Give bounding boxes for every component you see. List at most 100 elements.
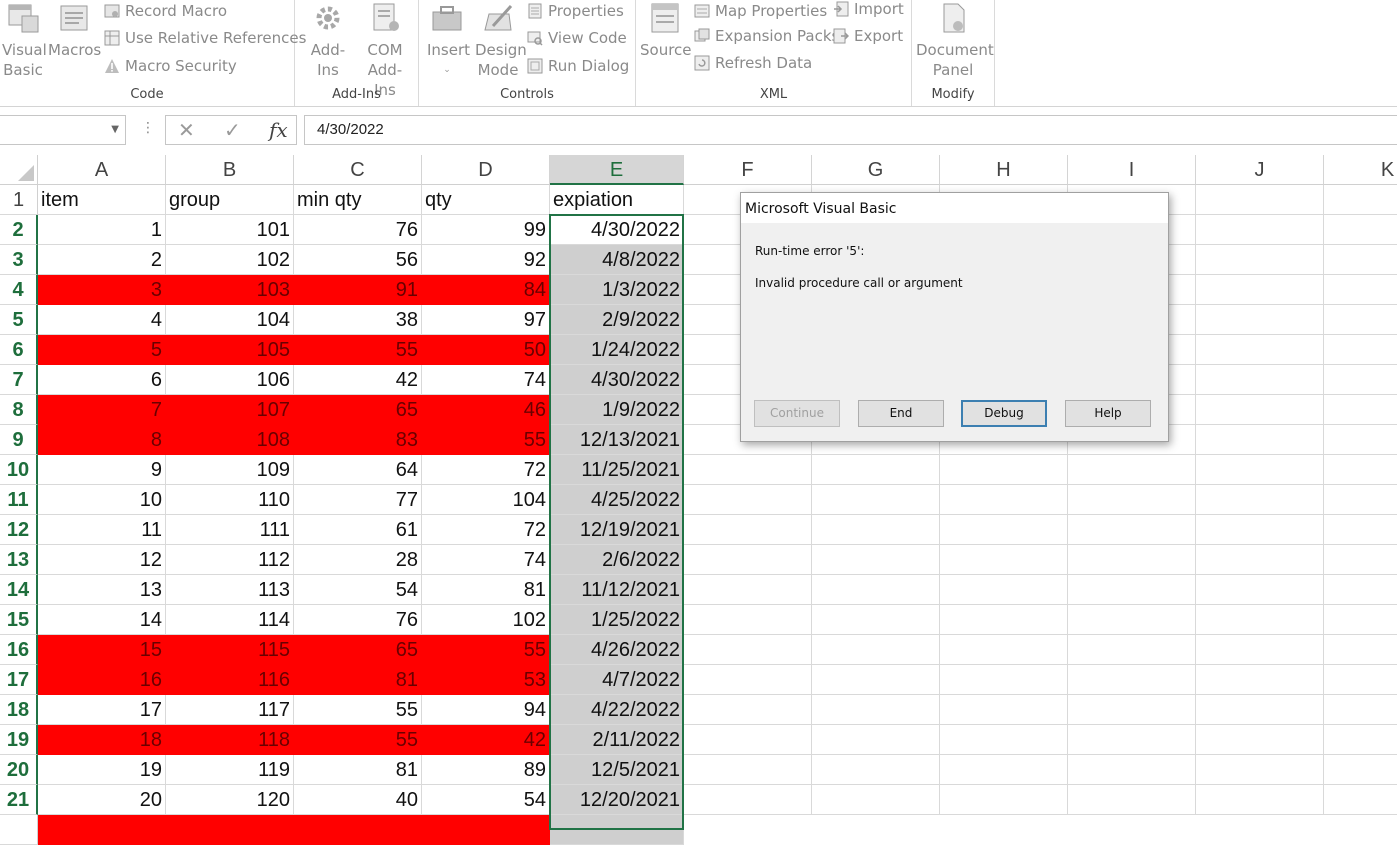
map-properties-button[interactable]: Map Properties [694, 0, 827, 22]
empty-cell[interactable] [1068, 515, 1196, 545]
empty-cell[interactable] [1068, 665, 1196, 695]
empty-cell[interactable] [940, 635, 1068, 665]
empty-cell[interactable] [1196, 305, 1324, 335]
table-cell-group[interactable]: 103 [166, 275, 294, 305]
empty-cell[interactable] [1068, 575, 1196, 605]
empty-cell[interactable] [812, 455, 940, 485]
table-cell-min[interactable]: 76 [294, 215, 422, 245]
cancel-icon[interactable]: ✕ [178, 118, 195, 142]
table-cell-exp[interactable]: 11/25/2021 [550, 455, 684, 485]
empty-cell[interactable] [1196, 725, 1324, 755]
table-cell-exp[interactable]: 2/6/2022 [550, 545, 684, 575]
chevron-down-icon[interactable]: ▼ [111, 124, 119, 135]
table-cell-exp[interactable]: 4/25/2022 [550, 485, 684, 515]
row-header-9[interactable]: 9 [0, 425, 38, 455]
empty-cell[interactable] [812, 695, 940, 725]
table-cell-exp[interactable]: 4/30/2022 [550, 365, 684, 395]
table-cell-qty[interactable]: 72 [422, 515, 550, 545]
empty-cell[interactable] [1068, 485, 1196, 515]
empty-cell[interactable] [1324, 485, 1397, 515]
column-header-g[interactable]: G [812, 155, 940, 185]
empty-cell[interactable] [684, 605, 812, 635]
table-cell-min[interactable]: 61 [294, 515, 422, 545]
empty-cell[interactable] [684, 575, 812, 605]
empty-cell[interactable] [940, 575, 1068, 605]
empty-cell[interactable] [1324, 275, 1397, 305]
table-cell-item[interactable]: 9 [38, 455, 166, 485]
table-cell-qty[interactable]: 50 [422, 335, 550, 365]
column-header-c[interactable]: C [294, 155, 422, 185]
table-cell-qty[interactable]: 84 [422, 275, 550, 305]
table-cell-item[interactable]: 2 [38, 245, 166, 275]
empty-cell[interactable] [940, 665, 1068, 695]
table-cell-min[interactable]: 55 [294, 335, 422, 365]
document-panel-button[interactable]: Document Panel [916, 2, 994, 80]
column-header-i[interactable]: I [1068, 155, 1196, 185]
empty-cell[interactable] [940, 785, 1068, 815]
table-cell-min[interactable]: 65 [294, 635, 422, 665]
table-cell-min[interactable]: 77 [294, 485, 422, 515]
table-cell-item[interactable]: 15 [38, 635, 166, 665]
table-cell-exp[interactable]: 1/3/2022 [550, 275, 684, 305]
visual-basic-button[interactable]: Visual Basic [2, 2, 47, 80]
row-header-partial[interactable] [0, 815, 38, 845]
empty-cell[interactable] [1196, 515, 1324, 545]
table-cell-exp[interactable]: 4/30/2022 [550, 215, 684, 245]
com-addins-button[interactable]: COM Add-Ins [357, 2, 413, 100]
table-cell-min[interactable]: 76 [294, 605, 422, 635]
row-header-11[interactable]: 11 [0, 485, 38, 515]
empty-cell[interactable] [940, 695, 1068, 725]
empty-cell[interactable] [684, 485, 812, 515]
empty-cell[interactable] [1196, 695, 1324, 725]
column-header-e[interactable]: E [550, 155, 684, 185]
table-cell-qty[interactable]: 53 [422, 665, 550, 695]
row-header-8[interactable]: 8 [0, 395, 38, 425]
table-cell-min[interactable]: 42 [294, 365, 422, 395]
table-cell-partial[interactable] [166, 815, 294, 845]
table-cell-qty[interactable]: 46 [422, 395, 550, 425]
table-cell-group[interactable]: 119 [166, 755, 294, 785]
continue-button[interactable]: Continue [754, 400, 840, 427]
table-cell-exp[interactable]: 2/9/2022 [550, 305, 684, 335]
empty-cell[interactable] [940, 455, 1068, 485]
empty-cell[interactable] [1196, 365, 1324, 395]
table-cell-min[interactable]: 91 [294, 275, 422, 305]
table-cell-qty[interactable]: 54 [422, 785, 550, 815]
table-cell-item[interactable]: 12 [38, 545, 166, 575]
table-cell-item[interactable]: 5 [38, 335, 166, 365]
table-cell-min[interactable]: 81 [294, 755, 422, 785]
macros-button[interactable]: Macros [48, 2, 101, 60]
import-button[interactable]: Import [833, 0, 904, 20]
empty-cell[interactable] [1196, 425, 1324, 455]
table-cell-qty[interactable]: 102 [422, 605, 550, 635]
empty-cell[interactable] [1324, 425, 1397, 455]
row-header-17[interactable]: 17 [0, 665, 38, 695]
empty-cell[interactable] [1196, 665, 1324, 695]
empty-cell[interactable] [1196, 545, 1324, 575]
table-cell-group[interactable]: 109 [166, 455, 294, 485]
table-cell-item[interactable]: 1 [38, 215, 166, 245]
empty-cell[interactable] [1324, 515, 1397, 545]
row-header-15[interactable]: 15 [0, 605, 38, 635]
table-cell-group[interactable]: 114 [166, 605, 294, 635]
table-cell-qty[interactable]: 92 [422, 245, 550, 275]
table-cell-item[interactable]: 18 [38, 725, 166, 755]
table-cell-exp[interactable]: 4/8/2022 [550, 245, 684, 275]
column-header-j[interactable]: J [1196, 155, 1324, 185]
empty-cell[interactable] [1068, 755, 1196, 785]
empty-cell[interactable] [1068, 695, 1196, 725]
empty-cell[interactable] [812, 605, 940, 635]
row-header-20[interactable]: 20 [0, 755, 38, 785]
column-header-a[interactable]: A [38, 155, 166, 185]
empty-cell[interactable] [1068, 635, 1196, 665]
row-header-16[interactable]: 16 [0, 635, 38, 665]
table-cell-group[interactable]: 110 [166, 485, 294, 515]
table-cell-group[interactable]: 107 [166, 395, 294, 425]
empty-cell[interactable] [940, 545, 1068, 575]
table-cell-exp[interactable]: 4/26/2022 [550, 635, 684, 665]
table-cell-item[interactable]: 19 [38, 755, 166, 785]
macro-security-button[interactable]: Macro Security [104, 55, 237, 77]
expansion-packs-button[interactable]: Expansion Packs [694, 25, 839, 47]
table-cell-group[interactable]: 117 [166, 695, 294, 725]
row-header-12[interactable]: 12 [0, 515, 38, 545]
